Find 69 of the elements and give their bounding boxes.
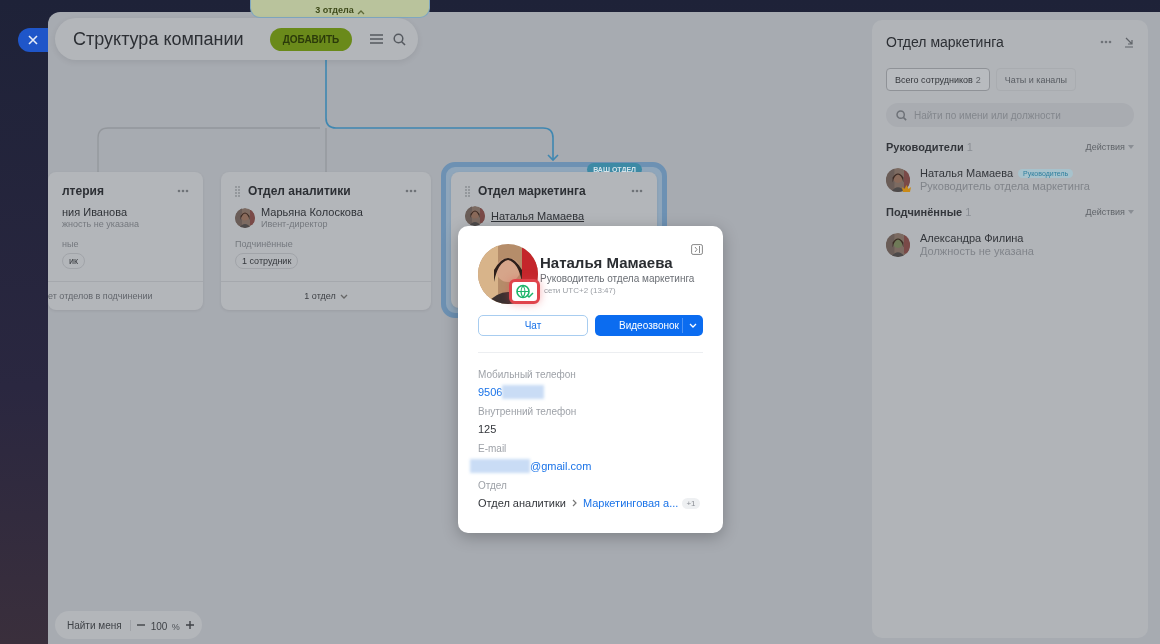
caret-icon xyxy=(339,293,348,299)
avatar xyxy=(886,167,910,192)
actions-dropdown[interactable]: Действия xyxy=(1085,142,1134,152)
head-position: Ивент-директор xyxy=(261,219,329,229)
department-card[interactable]: 3 отдела xyxy=(250,0,430,18)
member-name[interactable]: Наталья Мамаева xyxy=(920,167,1014,179)
zoom-unit: % xyxy=(171,622,180,632)
more-icon[interactable] xyxy=(177,189,189,193)
avatar xyxy=(886,232,910,257)
more-count[interactable]: +1 xyxy=(682,497,700,509)
panel-title: Отдел маркетинга xyxy=(886,34,1005,50)
crown-icon xyxy=(902,185,911,192)
department-title: Отдел аналитики xyxy=(248,184,352,198)
zoom-in-icon[interactable] xyxy=(185,621,194,629)
chevron-icon xyxy=(571,499,577,507)
department-path-item[interactable]: Маркетинговая а... xyxy=(582,497,679,509)
find-me-button[interactable]: Найти меня xyxy=(67,619,131,631)
close-button[interactable] xyxy=(18,28,48,52)
caret-icon xyxy=(689,323,697,328)
search-icon[interactable] xyxy=(393,32,407,46)
department-path-item[interactable]: Отдел аналитики xyxy=(478,497,566,509)
redacted-blur xyxy=(470,459,530,473)
chat-button[interactable]: Чат xyxy=(478,315,588,336)
department-card[interactable]: Отдел аналитики Марьяна Колоскова Ивент-директор Подчинённые 1 сотрудник 1 отдел xyxy=(221,172,431,310)
online-status: сети UTC+2 (13:47) xyxy=(543,286,617,295)
page-title: Структура компании xyxy=(73,28,244,50)
field-link[interactable]: @gmail.com xyxy=(530,460,592,472)
zoom-value: 100 xyxy=(150,621,168,632)
drag-handle-icon[interactable] xyxy=(235,185,240,197)
member-name[interactable]: Александра Филина xyxy=(920,232,1024,244)
actions-dropdown[interactable]: Действия xyxy=(1085,207,1134,217)
collapse-icon[interactable] xyxy=(1124,36,1134,48)
head-name[interactable]: Наталья Мамаева xyxy=(491,210,585,222)
employee-position: Руководитель отдела маркетинга xyxy=(540,273,695,284)
close-icon xyxy=(28,35,38,45)
drag-handle-icon[interactable] xyxy=(465,185,470,197)
subdepartments-text: ет отделов в подчинении xyxy=(48,291,153,301)
more-icon[interactable] xyxy=(1100,40,1112,44)
department-title: Отдел маркетинга xyxy=(478,184,587,198)
caret-icon xyxy=(356,10,365,15)
employee-name: Наталья Мамаева xyxy=(540,254,674,271)
add-button[interactable]: ДОБАВИТЬ xyxy=(269,27,353,51)
more-icon[interactable] xyxy=(405,189,417,193)
field-label: E-mail xyxy=(478,443,508,454)
zoom-out-icon[interactable] xyxy=(136,621,145,629)
head-name[interactable]: Марьяна Колоскова xyxy=(261,206,363,218)
head-name[interactable]: ния Иванова xyxy=(62,206,139,218)
caret-icon xyxy=(1128,210,1134,214)
redacted-blur xyxy=(502,385,545,399)
department-title: лтерия xyxy=(62,184,105,198)
field-label: Внутренний телефон xyxy=(478,406,578,417)
panel-tab[interactable]: Чаты и каналы xyxy=(995,68,1077,91)
globe-check-icon xyxy=(515,283,534,300)
field-label: Отдел xyxy=(478,480,508,491)
subordinates-label: Подчинённые xyxy=(234,238,294,251)
panel-tab[interactable]: Всего сотрудников 2 xyxy=(886,68,990,91)
caret-icon xyxy=(1128,145,1134,149)
avatar xyxy=(235,207,255,228)
field-value: 125 xyxy=(478,423,497,435)
field-link[interactable]: 9506 xyxy=(478,386,503,398)
menu-icon[interactable] xyxy=(370,34,384,44)
subdepartments-text[interactable]: 3 отдела xyxy=(315,5,354,15)
more-icon[interactable] xyxy=(631,189,643,193)
subdepartments-text[interactable]: 1 отдел xyxy=(304,291,336,301)
avatar xyxy=(465,206,485,226)
open-panel-icon[interactable] xyxy=(691,244,703,255)
search-icon xyxy=(896,109,907,121)
video-call-button[interactable]: Видеозвонок xyxy=(595,315,703,336)
field-label: Мобильный телефон xyxy=(478,369,577,380)
